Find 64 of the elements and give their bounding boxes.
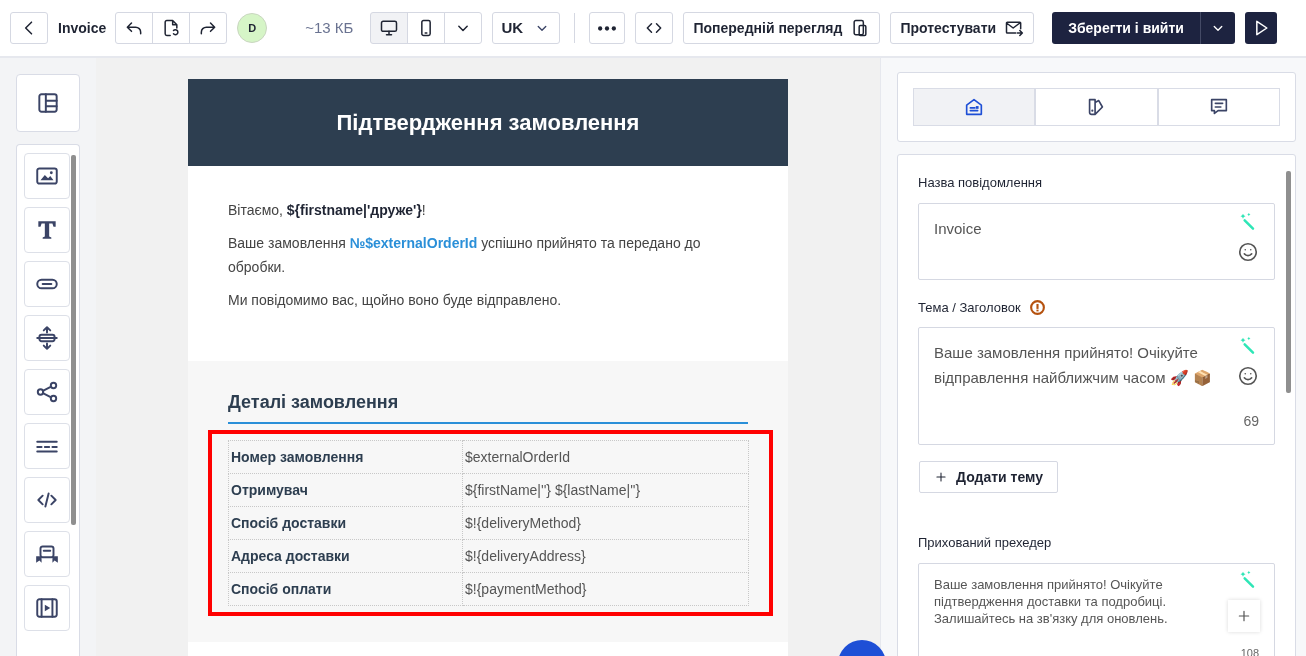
text-block-tile[interactable] (24, 207, 70, 253)
save-exit-button[interactable]: Зберегти і вийти (1052, 12, 1200, 44)
layout-icon (35, 90, 61, 116)
table-cell: $!{deliveryMethod} (462, 506, 749, 540)
language-dropdown[interactable]: UK (492, 12, 561, 44)
character-counter: 108 (1240, 645, 1259, 656)
palette-tab[interactable] (1035, 88, 1158, 126)
comment-tab[interactable] (1157, 88, 1280, 126)
preheader-field[interactable]: Ваше замовлення прийнято! Очікуйте підтвердження доставки та подробиці. Залишайтесь на зв'язку для оновлень. 108 (918, 562, 1275, 656)
document-icon (161, 18, 182, 38)
code-button[interactable] (635, 12, 674, 44)
name-field[interactable]: Invoice (918, 202, 1275, 280)
social-block-tile[interactable] (24, 369, 70, 415)
field-label: Назва повідомлення (918, 174, 1043, 192)
more-icon (598, 25, 617, 31)
email-size: ~13 КБ (305, 17, 354, 38)
emoji-icon (1237, 240, 1259, 263)
spacer-icon (34, 325, 60, 351)
section-heading: Деталі замовлення (228, 389, 748, 424)
run-button[interactable] (1244, 12, 1277, 44)
table-cell: $!{paymentMethod} (462, 572, 749, 606)
subject-field[interactable]: Ваше замовлення прийнято! Очікуйте відправлення найближчим часом 🚀 📦 69 (918, 327, 1275, 445)
spacer-block-tile[interactable] (24, 315, 70, 361)
undo-button[interactable] (115, 12, 154, 44)
test-button[interactable]: Протестувати (890, 12, 1035, 44)
table-cell: $!{deliveryAddress} (462, 539, 749, 573)
table-cell: Спосіб оплати (228, 572, 463, 606)
desktop-view-button[interactable] (370, 12, 409, 44)
desktop-icon (379, 18, 400, 38)
email-title: Підтвердження замовлення (336, 109, 640, 137)
field-label: Прихований прехедер (918, 534, 1053, 552)
greeting-text: Вітаємо, ${firstname|'друже'}! (228, 201, 427, 220)
character-counter: 69 (1243, 412, 1259, 431)
button-block-tile[interactable] (24, 261, 70, 307)
table-cell: ${firstName|''} ${lastName|''} (462, 473, 749, 507)
notice-text: Ми повідомимо вас, щойно воно буде відправлено. (228, 291, 563, 310)
redo-button[interactable] (189, 12, 228, 44)
more-button[interactable] (589, 12, 626, 44)
share-icon (34, 379, 60, 405)
history-button[interactable] (152, 12, 191, 44)
video-block-tile[interactable] (24, 585, 70, 631)
divider-block-tile[interactable] (24, 423, 70, 469)
user-avatar: D (237, 13, 268, 43)
envelope-icon (1004, 18, 1025, 38)
emoji-icon (1237, 365, 1259, 387)
video-icon (34, 595, 60, 621)
document-title: Invoice (58, 18, 107, 38)
field-label: Тема / Заголовок (918, 298, 1021, 317)
table-cell: Спосіб доставки (228, 506, 463, 540)
banner-block-tile[interactable] (24, 531, 70, 577)
table-cell: Отримувач (228, 473, 463, 507)
add-subject-button[interactable]: Додати тему (919, 461, 1058, 493)
image-block-tile[interactable] (24, 153, 70, 199)
preview-button[interactable]: Попередній перегляд (683, 12, 881, 44)
mobile-view-button[interactable] (407, 12, 446, 44)
table-cell: Адреса доставки (228, 539, 463, 573)
plus-icon (934, 470, 948, 484)
table-cell: $externalOrderId (462, 440, 749, 474)
order-message: Ваше замовлення №$externalOrderId успішно прийнято та передано до обробки. (228, 234, 702, 277)
table-cell: Номер замовлення (228, 440, 463, 474)
back-button[interactable] (10, 12, 48, 44)
structure-tile[interactable] (16, 74, 80, 132)
html-block-tile[interactable] (24, 477, 70, 523)
save-options-button[interactable] (1199, 12, 1235, 44)
